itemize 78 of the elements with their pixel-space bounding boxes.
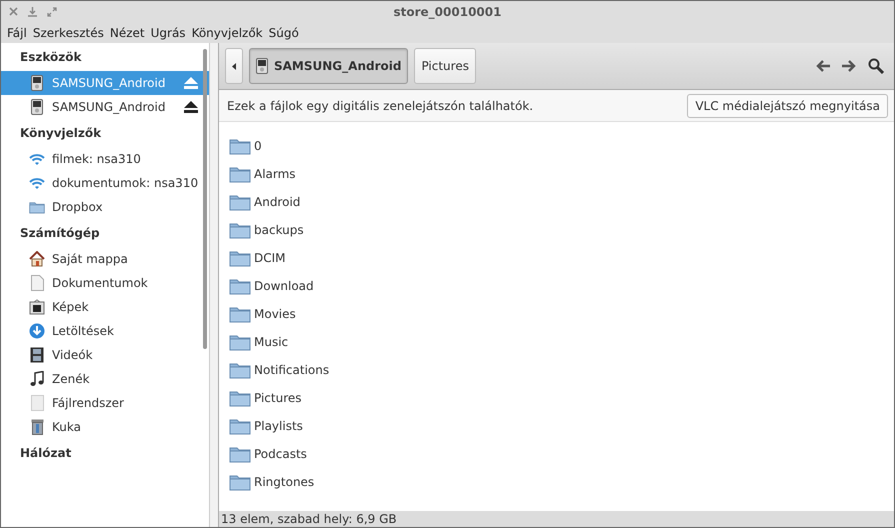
sidebar-item[interactable]: Dokumentumok [1,271,209,295]
file-name[interactable]: Music [254,335,288,349]
download-icon [29,323,45,339]
sidebar-item[interactable]: SAMSUNG_Android [1,95,209,119]
folder-icon [229,334,251,350]
maximize-icon[interactable] [47,7,57,17]
media-player-icon [31,75,43,91]
file-name[interactable]: Notifications [254,363,330,377]
sidebar-item[interactable]: Saját mappa [1,247,209,271]
folder-icon [229,418,251,434]
file-name[interactable]: Android [254,195,300,209]
media-player-icon [256,58,268,74]
menu-item[interactable]: Súgó [266,26,302,40]
sidebar-item[interactable]: Fájlrendszer [1,391,209,415]
folder-icon [229,250,251,266]
music-note-icon [30,371,44,387]
file-name[interactable]: Download [254,279,314,293]
section-heading: Könyvjelzők [19,125,102,142]
folder-icon [229,222,251,238]
sidebar-item[interactable]: Videók [1,343,209,367]
sidebar-item[interactable]: Letöltések [1,319,209,343]
media-player-icon [31,99,43,115]
sidebar-item[interactable]: filmek: nsa310 [1,147,209,171]
sidebar-item[interactable]: Dropbox [1,195,209,219]
file-name[interactable]: Ringtones [254,475,314,489]
folder-icon [229,278,251,294]
status-bar: 13 elem, szabad hely: 6,9 GB [219,511,894,527]
folder-icon [229,194,251,210]
search-icon[interactable] [868,58,884,74]
menu-item[interactable]: Szerkesztés [30,26,107,40]
file-name[interactable]: Playlists [254,419,303,433]
film-icon [30,347,44,363]
section-heading: Hálózat [19,445,72,462]
minimize-icon[interactable] [28,7,37,17]
pane-splitter[interactable] [209,43,219,527]
picture-frame-icon [29,299,45,315]
open-vlc-button[interactable]: VLC médialejátszó megnyitása [687,94,888,118]
file-name[interactable]: Podcasts [254,447,307,461]
folder-icon [229,166,251,182]
section-heading: Eszközök [19,49,82,66]
folder-icon [229,138,251,154]
menu-item[interactable]: Fájl [4,26,30,40]
scrollbar[interactable] [203,49,207,349]
wifi-icon [29,176,45,190]
menu-item[interactable]: Nézet [106,26,148,40]
sidebar-item[interactable]: Kuka [1,415,209,439]
close-icon[interactable] [9,7,18,16]
path-button[interactable]: Pictures [414,48,476,84]
sidebar-item[interactable]: dokumentumok: nsa310 [1,171,209,195]
document-icon [30,275,44,291]
blank-file-icon [30,395,44,411]
folder-icon [229,446,251,462]
file-name[interactable]: Movies [254,307,296,321]
forward-arrow-icon[interactable] [842,60,856,72]
folder-icon [229,306,251,322]
file-name[interactable]: Alarms [254,167,296,181]
file-name[interactable]: backups [254,223,304,237]
house-icon [29,251,45,267]
folder-icon [229,474,251,490]
info-message: Ezek a fájlok egy digitális zenelejátszón találhatók. [227,98,534,112]
folder-icon [229,362,251,378]
window-title: store_00010001 [394,5,502,19]
menu-item[interactable]: Könyvjelzők [188,26,266,40]
file-name[interactable]: DCIM [254,251,286,265]
wifi-icon [29,152,45,166]
back-arrow-icon[interactable] [816,60,830,72]
folder-icon [229,390,251,406]
file-name[interactable]: 0 [254,139,262,153]
left-arrow-icon [232,62,236,70]
trash-icon [30,419,44,435]
path-scroll-button[interactable] [225,48,243,84]
path-button[interactable]: SAMSUNG_Android [249,48,408,84]
section-heading: Számítógép [19,225,101,242]
menu-item[interactable]: Ugrás [148,26,189,40]
sidebar-item[interactable]: Zenék [1,367,209,391]
sidebar-item[interactable]: Képek [1,295,209,319]
file-name[interactable]: Pictures [254,391,302,405]
eject-icon[interactable] [183,101,199,113]
